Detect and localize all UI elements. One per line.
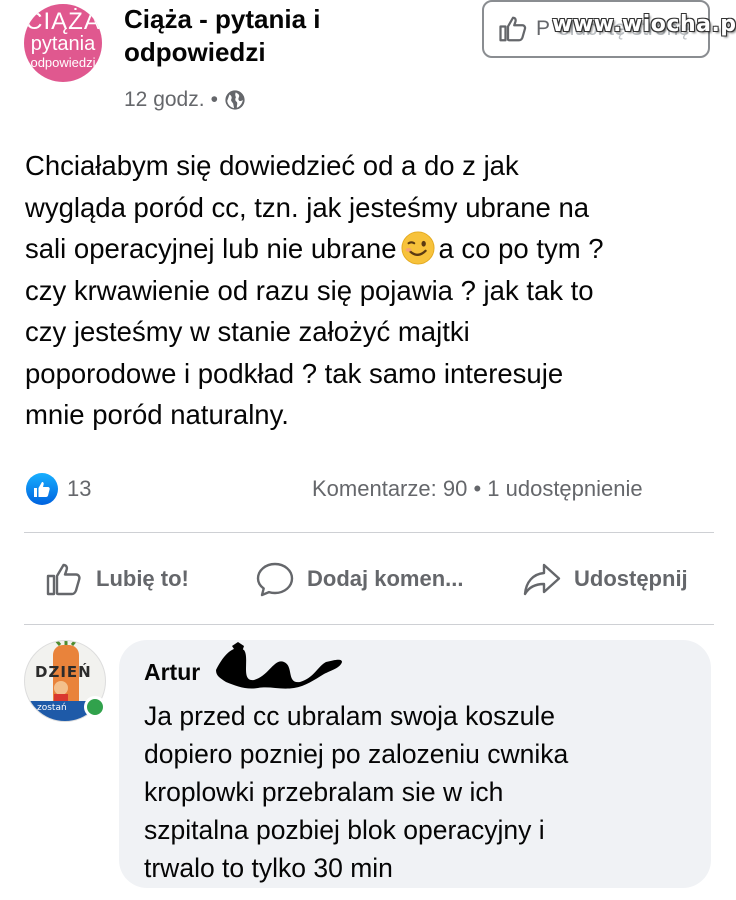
winking-face-emoji — [400, 231, 435, 265]
group-name-link[interactable]: Ciąża - pytania i odpowiedzi — [124, 3, 424, 69]
post-line-part: a co po tym ? — [438, 233, 604, 264]
like-page-label: P — [536, 17, 551, 40]
post-body: Chciałabym się dowiedzieć od a do z jak … — [25, 145, 715, 436]
post-stats: Komentarze: 90 • 1 udostępnienie — [312, 473, 643, 505]
comments-count[interactable]: Komentarze: 90 — [312, 476, 467, 501]
comment-author[interactable]: Artur — [144, 656, 200, 688]
redaction-scribble — [216, 642, 342, 689]
post-line: Chciałabym się dowiedzieć od a do z jak — [25, 150, 519, 181]
post-line: czy jesteśmy w stanie założyć majtki — [25, 316, 470, 347]
comment-line: trwalo to tylko 30 min — [144, 853, 393, 883]
group-avatar[interactable]: CIĄŻA pytania odpowiedzi — [24, 4, 102, 82]
post-line: czy krwawienie od razu się pojawia ? jak… — [25, 274, 594, 306]
comment-line: szpitalna pozbiej blok operacyjny i — [144, 815, 545, 845]
comment-bubble-icon — [256, 562, 294, 597]
avatar-frame-caption: zostań — [37, 703, 67, 713]
group-avatar-line1: CIĄŻA — [25, 8, 101, 35]
thumbs-up-icon — [499, 16, 527, 42]
stats-separator: • — [473, 476, 482, 501]
shares-count[interactable]: 1 udostępnienie — [487, 476, 642, 501]
comment-button[interactable]: Dodaj komen... — [255, 552, 463, 606]
like-button[interactable]: Lubię to! — [44, 552, 189, 606]
comment-text: Ja przed cc ubralam swoja koszule dopier… — [144, 697, 700, 887]
group-avatar-line2: pytania — [30, 33, 96, 55]
online-status-dot — [84, 696, 106, 718]
comment-line: Ja przed cc ubralam swoja koszule — [144, 701, 555, 731]
post-line: mnie poród naturalny. — [25, 399, 289, 430]
post-meta: 12 godz. • — [124, 86, 246, 114]
meta-separator: • — [210, 88, 218, 111]
post-line-with-emoji: sali operacyjnej lub nie ubrane a co po … — [25, 228, 715, 270]
post-line-part: sali operacyjnej lub nie ubrane — [25, 233, 397, 264]
avatar-frame-text: DZIEŃ — [35, 663, 92, 681]
thumbs-up-icon — [46, 563, 81, 596]
divider — [24, 532, 714, 533]
watermark: www.wiocha.pl — [552, 12, 736, 37]
post-line: wygląda poród cc, tzn. jak jesteśmy ubra… — [25, 191, 590, 223]
share-button[interactable]: Udostępnij — [522, 552, 688, 606]
comment-line: dopiero pozniej po zalozeniu cwnika — [144, 739, 569, 769]
post-line: poporodowe i podkład ? tak samo interesu… — [25, 357, 564, 389]
share-arrow-icon — [523, 563, 561, 596]
divider — [24, 624, 714, 625]
comment-button-label: Dodaj komen... — [307, 566, 464, 591]
globe-icon — [225, 90, 245, 110]
share-button-label: Udostępnij — [574, 566, 688, 591]
likes-count[interactable]: 13 — [67, 473, 91, 505]
comment-line: kroplowki przebralam sie w ich — [144, 777, 504, 807]
group-avatar-line3: odpowiedzi — [30, 55, 96, 70]
like-button-label: Lubię to! — [96, 566, 189, 591]
post-time[interactable]: 12 godz. — [124, 86, 205, 114]
like-reaction-icon[interactable] — [26, 473, 58, 505]
